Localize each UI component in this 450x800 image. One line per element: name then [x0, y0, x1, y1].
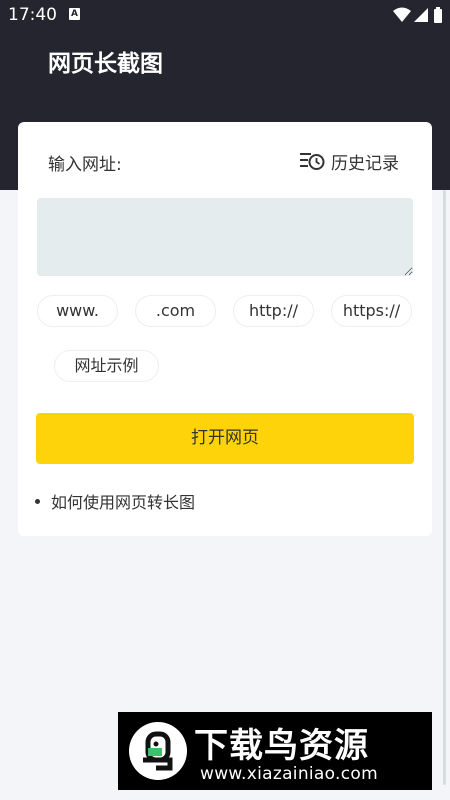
notification-icon: A: [69, 8, 80, 20]
status-bar: 17:40 A: [0, 0, 450, 30]
page-title: 网页长截图: [48, 51, 163, 77]
url-card: 输入网址: 历史记录 www. .com http:// https:// 网址…: [18, 122, 432, 536]
open-page-button[interactable]: 打开网页: [36, 413, 414, 464]
scrollbar[interactable]: [443, 190, 446, 785]
chip-http[interactable]: http://: [233, 295, 314, 327]
input-label: 输入网址:: [48, 155, 122, 175]
wifi-icon: [393, 7, 411, 22]
history-label: 历史记录: [331, 153, 399, 174]
signal-icon: [414, 8, 428, 22]
chip-https[interactable]: https://: [331, 295, 412, 327]
status-icons: [392, 6, 444, 24]
chip-url-example[interactable]: 网址示例: [54, 350, 159, 382]
bullet-dot: [35, 498, 40, 504]
howto-link[interactable]: 如何使用网页转长图: [35, 489, 195, 513]
watermark-title: 下载鸟资源: [194, 726, 369, 766]
history-icon: [299, 151, 325, 171]
history-button[interactable]: 历史记录: [299, 149, 399, 174]
bird-logo-icon: [128, 720, 188, 782]
battery-icon: [434, 7, 442, 23]
chip-com[interactable]: .com: [135, 295, 216, 327]
watermark-url: www.xiazainiao.com: [200, 764, 378, 784]
watermark: 下载鸟资源 www.xiazainiao.com: [118, 712, 432, 790]
url-input[interactable]: [37, 198, 413, 276]
chip-www[interactable]: www.: [37, 295, 118, 327]
status-time: 17:40: [8, 5, 57, 25]
howto-label: 如何使用网页转长图: [51, 493, 196, 512]
